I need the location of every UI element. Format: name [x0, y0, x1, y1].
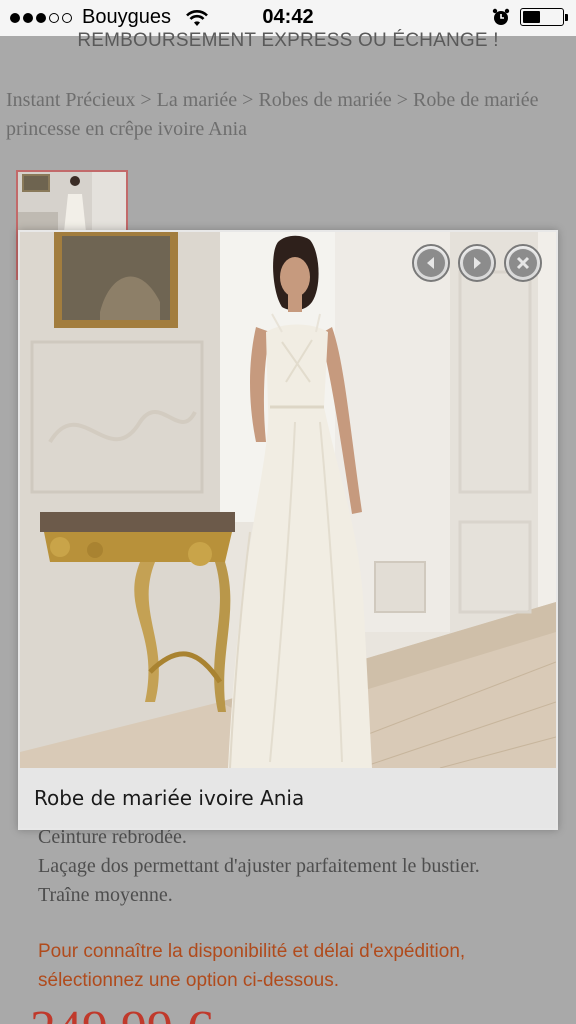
next-button[interactable]: [458, 244, 496, 282]
previous-button[interactable]: [412, 244, 450, 282]
battery-icon: [520, 8, 568, 26]
alarm-icon: [492, 8, 510, 25]
clock: 04:42: [262, 6, 314, 28]
product-description: Ceinture rebrodée. Laçage dos permettant…: [38, 823, 480, 910]
close-icon: [516, 256, 530, 270]
next-icon: [474, 257, 481, 269]
promo-banner: REMBOURSEMENT EXPRESS OU ÉCHANGE !: [77, 30, 499, 51]
breadcrumb[interactable]: Instant Précieux > La mariée > Robes de …: [6, 86, 572, 144]
lightbox-controls: [412, 244, 542, 282]
close-button[interactable]: [504, 244, 542, 282]
product-price: 249,99 €: [30, 1000, 212, 1024]
status-right: [492, 8, 568, 26]
battery-level: [523, 11, 541, 23]
previous-icon: [427, 257, 434, 269]
description-line: Laçage dos permettant d'ajuster parfaite…: [38, 855, 480, 877]
lightbox-caption: Robe de mariée ivoire Ania: [20, 768, 556, 828]
product-photo: [20, 232, 556, 768]
description-line: Traîne moyenne.: [38, 884, 173, 906]
availability-notice: Pour connaître la disponibilité et délai…: [38, 941, 466, 991]
image-lightbox: Robe de mariée ivoire Ania: [18, 230, 558, 830]
